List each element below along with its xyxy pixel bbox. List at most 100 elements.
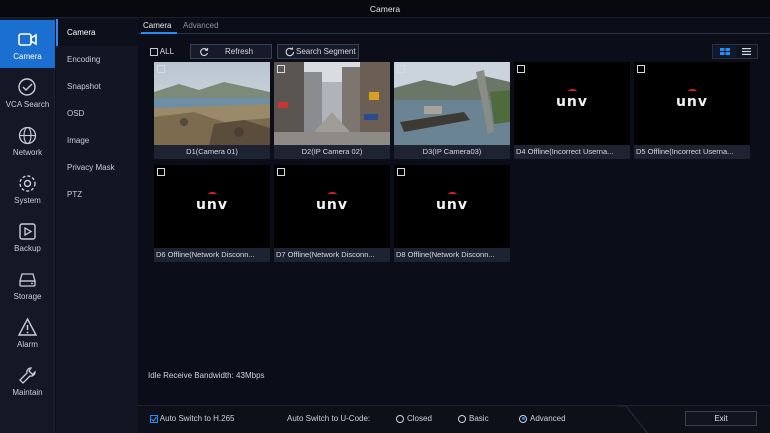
auto-h265-label: Auto Switch to H.265: [159, 414, 235, 423]
camera-caption: D6 Offline(Network Disconn...: [154, 248, 270, 262]
refresh-icon: [200, 47, 209, 57]
unv-logo: unv: [195, 197, 229, 213]
camera-caption: D8 Offline(Network Disconn...: [394, 248, 510, 262]
grid-view-icon: [720, 48, 730, 55]
camera-preview: unv: [154, 165, 270, 248]
camera-caption: D7 Offline(Network Disconn...: [274, 248, 390, 262]
view-toggle: [712, 44, 758, 59]
subnav-item-image[interactable]: Image: [56, 127, 138, 154]
camera-tile-d1[interactable]: D1(Camera 01): [154, 62, 270, 159]
ucode-option-closed[interactable]: Closed: [396, 414, 432, 423]
nav-item-label: Camera: [13, 52, 42, 61]
nav-item-camera[interactable]: Camera: [0, 20, 55, 68]
grid-view-button[interactable]: [714, 46, 736, 57]
nav-item-storage[interactable]: Storage: [0, 260, 55, 308]
nav-item-network[interactable]: Network: [0, 116, 55, 164]
camera-tile-d7[interactable]: unv D7 Offline(Network Disconn...: [274, 165, 390, 262]
ucode-label: Auto Switch to U-Code:: [287, 414, 371, 423]
list-view-button[interactable]: [736, 46, 758, 57]
tab-camera[interactable]: Camera: [143, 21, 171, 30]
unv-logo: unv: [555, 94, 589, 110]
camera-tile-d5[interactable]: unv D5 Offline(Incorrect Userna...: [634, 62, 750, 159]
unv-logo: unv: [315, 197, 349, 213]
radio-basic[interactable]: [458, 414, 466, 423]
window-title: Camera: [0, 0, 770, 18]
refresh-button[interactable]: Refresh: [190, 44, 272, 59]
camera-select-checkbox[interactable]: [517, 65, 525, 73]
nav-item-vca-search[interactable]: VCA Search: [0, 68, 55, 116]
bandwidth-status: Idle Receive Bandwidth: 43Mbps: [148, 371, 265, 380]
sub-nav: Camera Encoding Snapshot OSD Image Priva…: [56, 18, 138, 433]
ucode-option-label: Advanced: [530, 414, 566, 423]
active-tab-indicator: [141, 32, 177, 34]
camera-caption: D4 Offline(Incorrect Userna...: [514, 145, 630, 159]
radio-advanced[interactable]: [519, 414, 527, 423]
radio-closed[interactable]: [396, 414, 404, 423]
camera-tile-d4[interactable]: unv D4 Offline(Incorrect Userna...: [514, 62, 630, 159]
camera-tile-d2[interactable]: D2(IP Camera 02): [274, 62, 390, 159]
nav-item-label: VCA Search: [5, 100, 50, 109]
camera-preview: unv: [274, 165, 390, 248]
search-segment-button[interactable]: Search Segment: [277, 44, 359, 59]
subnav-item-snapshot[interactable]: Snapshot: [56, 73, 138, 100]
bottom-bar: Auto Switch to H.265 Auto Switch to U-Co…: [138, 405, 770, 433]
select-all-checkbox[interactable]: [150, 47, 158, 56]
camera-caption: D2(IP Camera 02): [274, 145, 390, 159]
camera-preview: unv: [514, 62, 630, 145]
auto-h265-checkbox[interactable]: [150, 414, 158, 423]
camera-tile-d3[interactable]: D3(IP Camera03): [394, 62, 510, 159]
camera-select-checkbox[interactable]: [157, 168, 165, 176]
camera-select-checkbox[interactable]: [277, 65, 285, 73]
nav-item-system[interactable]: System: [0, 164, 55, 212]
auto-h265-toggle[interactable]: Auto Switch to H.265: [150, 414, 235, 423]
storage-icon: [19, 273, 36, 287]
nav-item-maintain[interactable]: Maintain: [0, 356, 55, 404]
camera-icon: [18, 33, 37, 46]
ucode-option-label: Basic: [469, 414, 489, 423]
subnav-item-osd[interactable]: OSD: [56, 100, 138, 127]
gear-icon: [19, 175, 36, 192]
city-street-preview: [274, 62, 390, 145]
camera-select-checkbox[interactable]: [157, 65, 165, 73]
nav-item-label: Backup: [14, 244, 41, 253]
camera-preview: unv: [634, 62, 750, 145]
harbor-scene-preview: [394, 62, 510, 145]
tab-bar: Camera Advanced: [138, 18, 770, 34]
camera-preview: [154, 62, 270, 145]
list-view-icon: [742, 48, 751, 55]
globe-icon: [18, 126, 37, 145]
subnav-item-privacy-mask[interactable]: Privacy Mask: [56, 154, 138, 181]
select-all-label: ALL: [159, 47, 175, 56]
wrench-icon: [19, 367, 36, 384]
camera-tile-d6[interactable]: unv D6 Offline(Network Disconn...: [154, 165, 270, 262]
nav-item-alarm[interactable]: Alarm: [0, 308, 55, 356]
camera-tile-d8[interactable]: unv D8 Offline(Network Disconn...: [394, 165, 510, 262]
camera-select-checkbox[interactable]: [637, 65, 645, 73]
unv-logo: unv: [675, 94, 709, 110]
nav-item-backup[interactable]: Backup: [0, 212, 55, 260]
refresh-label: Refresh: [225, 47, 254, 56]
subnav-item-encoding[interactable]: Encoding: [56, 46, 138, 73]
nav-item-label: Maintain: [12, 388, 43, 397]
camera-select-checkbox[interactable]: [397, 65, 405, 73]
vca-search-icon: [18, 78, 36, 96]
subnav-item-ptz[interactable]: PTZ: [56, 181, 138, 208]
camera-preview: [394, 62, 510, 145]
search-segment-label: Search Segment: [296, 47, 356, 56]
camera-select-checkbox[interactable]: [397, 168, 405, 176]
unv-logo: unv: [435, 197, 469, 213]
search-segment-icon: [285, 47, 295, 57]
backup-icon: [19, 223, 36, 240]
tab-advanced[interactable]: Advanced: [183, 21, 219, 30]
ucode-option-basic[interactable]: Basic: [458, 414, 489, 423]
camera-caption: D5 Offline(Incorrect Userna...: [634, 145, 750, 159]
camera-caption: D1(Camera 01): [154, 145, 270, 159]
beach-scene-preview: [154, 62, 270, 145]
main-nav: Camera VCA Search Network System Backup …: [0, 18, 55, 433]
ucode-option-advanced[interactable]: Advanced: [519, 414, 566, 423]
ucode-option-label: Closed: [407, 414, 432, 423]
select-all[interactable]: ALL: [150, 47, 174, 56]
camera-select-checkbox[interactable]: [277, 168, 285, 176]
exit-button[interactable]: Exit: [685, 411, 757, 426]
subnav-item-camera[interactable]: Camera: [56, 19, 138, 46]
